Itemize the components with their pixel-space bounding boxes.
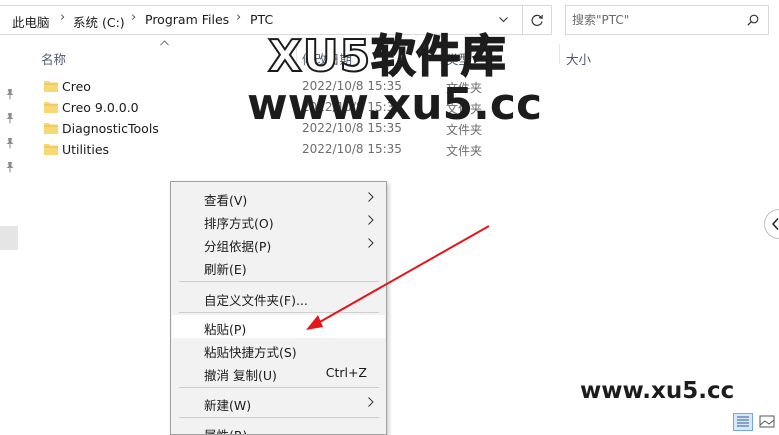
chevron-right-icon [368, 397, 374, 407]
sort-ascending-icon [160, 40, 169, 46]
chevron-right-icon [368, 215, 374, 225]
menu-item-properties[interactable]: 属性(R) [172, 421, 385, 434]
folder-icon [44, 144, 58, 155]
navigation-pane [0, 40, 20, 435]
menu-item-new[interactable]: 新建(W) [172, 391, 385, 414]
chevron-right-icon [368, 192, 374, 202]
menu-item-paste-shortcut[interactable]: 粘贴快捷方式(S) [172, 338, 385, 361]
file-date: 2022/10/8 15:35 [302, 142, 402, 156]
context-menu: 查看(V) 排序方式(O) 分组依据(P) 刷新(E) 自定义文件夹(F)...… [170, 181, 387, 435]
menu-item-view[interactable]: 查看(V) [172, 186, 385, 209]
watermark-logo: XU5软件库 [267, 30, 507, 83]
refresh-icon [531, 14, 543, 26]
pin-icon[interactable] [5, 112, 15, 124]
menu-item-label: 属性(R) [204, 425, 247, 434]
menu-item-sort-by[interactable]: 排序方式(O) [172, 209, 385, 232]
menu-item-label: 刷新(E) [204, 262, 247, 277]
menu-item-label: 排序方式(O) [204, 216, 274, 231]
file-name: Utilities [62, 142, 110, 157]
file-name: DiagnosticTools [62, 121, 159, 136]
menu-item-label: 撤消 复制(U) [204, 368, 277, 383]
file-row[interactable]: Utilities 2022/10/8 15:35 文件夹 [40, 139, 540, 161]
chevron-right-icon [368, 238, 374, 248]
nav-selected-item[interactable] [0, 226, 18, 250]
folder-icon [44, 81, 58, 92]
breadcrumb-this-pc[interactable]: 此电脑 [12, 12, 50, 31]
menu-item-customize-folder[interactable]: 自定义文件夹(F)... [172, 286, 385, 309]
menu-item-label: 粘贴快捷方式(S) [204, 345, 297, 360]
pane-collapse-button[interactable] [764, 209, 779, 239]
pin-icon[interactable] [5, 88, 15, 100]
menu-item-group-by[interactable]: 分组依据(P) [172, 232, 385, 255]
menu-item-label: 粘贴(P) [204, 322, 247, 337]
folder-icon [44, 123, 58, 134]
menu-separator [179, 312, 379, 313]
menu-separator [179, 387, 379, 388]
menu-item-refresh[interactable]: 刷新(E) [172, 255, 385, 278]
menu-item-undo-copy[interactable]: 撤消 复制(U) Ctrl+Z [172, 361, 385, 384]
large-icons-view-button[interactable] [757, 413, 777, 431]
pin-icon[interactable] [5, 161, 15, 173]
refresh-button[interactable] [522, 5, 552, 35]
breadcrumb-separator[interactable]: › [131, 10, 136, 25]
breadcrumb-separator[interactable]: › [236, 10, 241, 25]
breadcrumb-program-files[interactable]: Program Files [145, 12, 229, 27]
menu-item-label: 分组依据(P) [204, 239, 272, 254]
menu-item-label: 查看(V) [204, 193, 248, 208]
menu-item-label: 自定义文件夹(F)... [204, 293, 308, 308]
menu-item-shortcut: Ctrl+Z [325, 365, 367, 380]
column-divider[interactable] [559, 44, 560, 64]
pin-icon[interactable] [5, 137, 15, 149]
file-name: Creo 9.0.0.0 [62, 100, 139, 115]
menu-item-paste[interactable]: 粘贴(P) [172, 315, 385, 338]
large-icons-view-icon [759, 415, 775, 428]
details-view-icon [737, 416, 749, 427]
breadcrumb-system-drive[interactable]: 系统 (C:) [73, 12, 125, 31]
watermark-url-small: www.xu5.cc [580, 378, 735, 404]
file-type: 文件夹 [446, 144, 483, 158]
search-box[interactable] [565, 5, 769, 35]
menu-separator [179, 281, 379, 282]
watermark-url: www.xu5.cc [247, 79, 543, 130]
menu-separator [179, 417, 379, 418]
file-name: Creo [62, 79, 91, 94]
column-header-name[interactable]: 名称 [41, 49, 66, 68]
search-icon [747, 14, 759, 26]
breadcrumb-separator[interactable]: › [60, 10, 65, 25]
column-header-size[interactable]: 大小 [566, 49, 591, 68]
chevron-left-icon [772, 218, 779, 230]
search-input[interactable] [572, 11, 742, 29]
details-view-button[interactable] [733, 413, 753, 431]
menu-item-label: 新建(W) [204, 398, 252, 413]
folder-icon [44, 102, 58, 113]
